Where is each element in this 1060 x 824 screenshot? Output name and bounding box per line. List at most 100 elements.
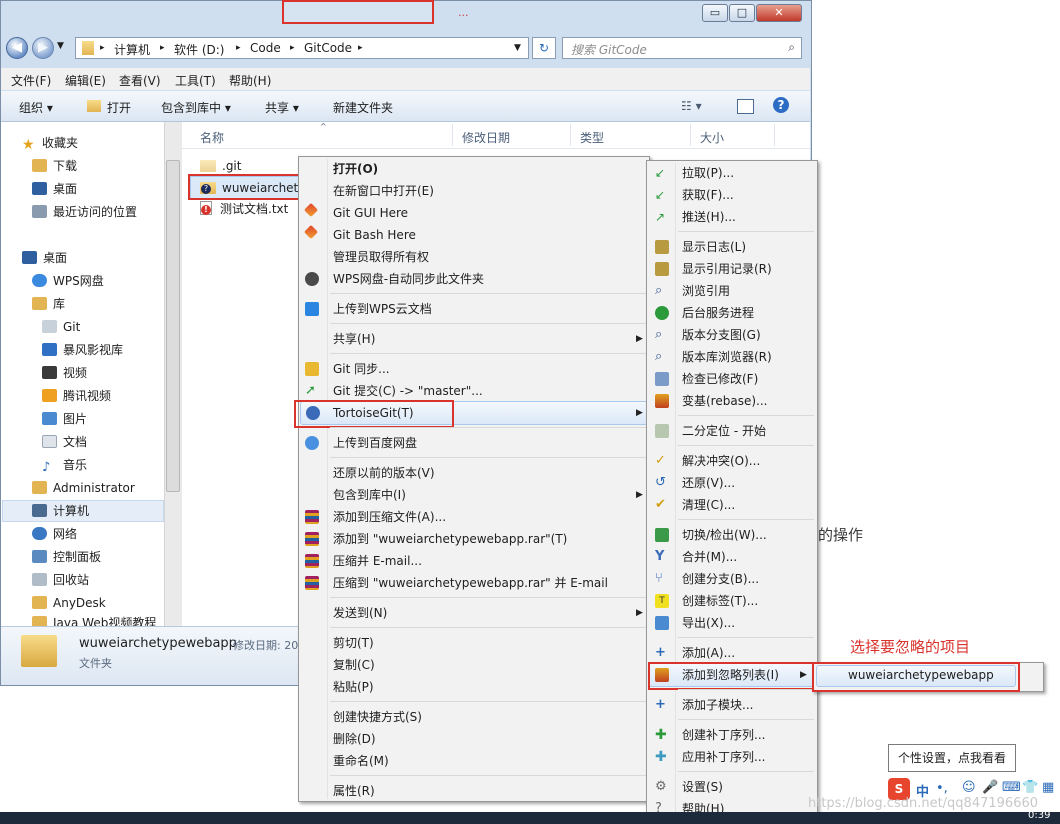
view-options-icon[interactable]: ☷ ▾ bbox=[681, 99, 702, 113]
open-button[interactable]: 打开 bbox=[107, 99, 131, 116]
ctx-git-sync[interactable]: Git 同步... bbox=[333, 358, 390, 380]
tg-merge[interactable]: 合并(M)... bbox=[682, 546, 737, 568]
include-in-library-button[interactable]: 包含到库中 ▾ bbox=[161, 99, 231, 116]
address-part-code[interactable]: Code bbox=[250, 41, 281, 55]
tg-add[interactable]: 添加(A)... bbox=[682, 642, 735, 664]
menu-tools[interactable]: 工具(T) bbox=[175, 72, 216, 89]
ctx-open[interactable]: 打开(O) bbox=[333, 158, 378, 180]
ctx-take-ownership[interactable]: 管理员取得所有权 bbox=[333, 246, 429, 268]
ctx-add-archive[interactable]: 添加到压缩文件(A)... bbox=[333, 506, 446, 528]
address-separator[interactable]: ▸ bbox=[290, 43, 295, 53]
close-button[interactable]: ✕ bbox=[756, 4, 802, 22]
emoji-icon[interactable]: ☺ bbox=[962, 780, 976, 795]
column-type[interactable]: 类型 bbox=[580, 129, 604, 146]
menu-edit[interactable]: 编辑(E) bbox=[65, 72, 106, 89]
ctx-share[interactable]: 共享(H) bbox=[333, 328, 375, 350]
ctx-upload-baidu[interactable]: 上传到百度网盘 bbox=[333, 432, 417, 454]
tg-revert[interactable]: 还原(V)... bbox=[682, 472, 735, 494]
ctx-tortoisegit[interactable]: TortoiseGit(T) bbox=[333, 402, 414, 424]
ctx-compress-rar-email[interactable]: 压缩到 "wuweiarchetypewebapp.rar" 并 E-mail bbox=[333, 572, 608, 594]
ctx-git-bash[interactable]: Git Bash Here bbox=[333, 224, 416, 246]
ctx-rename[interactable]: 重命名(M) bbox=[333, 750, 389, 772]
column-date[interactable]: 修改日期 bbox=[462, 129, 510, 146]
tg-cleanup[interactable]: 清理(C)... bbox=[682, 494, 735, 516]
help-icon[interactable]: ? bbox=[773, 97, 789, 113]
ctx-git-commit[interactable]: Git 提交(C) -> "master"... bbox=[333, 380, 483, 402]
nav-music[interactable]: ♪ 音乐 bbox=[42, 455, 87, 475]
back-icon[interactable]: ◀ bbox=[6, 37, 28, 59]
tg-add-to-ignore[interactable]: 添加到忽略列表(I) bbox=[682, 664, 779, 686]
tg-apply-patch[interactable]: 应用补丁序列... bbox=[682, 746, 765, 768]
address-separator[interactable]: ▸ bbox=[236, 43, 241, 53]
tg-browse-refs[interactable]: 浏览引用 bbox=[682, 280, 730, 302]
menu-help[interactable]: 帮助(H) bbox=[229, 72, 271, 89]
nav-libraries[interactable]: 库 bbox=[32, 294, 65, 314]
nav-recycle-bin[interactable]: 回收站 bbox=[32, 570, 89, 590]
search-icon[interactable]: ⌕ bbox=[788, 40, 795, 55]
preview-pane-icon[interactable] bbox=[737, 99, 754, 114]
keyboard-icon[interactable]: ⌨ bbox=[1002, 780, 1021, 795]
nav-control-panel[interactable]: 控制面板 bbox=[32, 547, 101, 567]
ctx-paste[interactable]: 粘贴(P) bbox=[333, 676, 374, 698]
nav-pictures[interactable]: 图片 bbox=[42, 409, 87, 429]
address-bar[interactable]: ▸ 计算机 ▸ 软件 (D:) ▸ Code ▸ GitCode ▸ ▼ bbox=[75, 37, 529, 59]
nav-anydesk[interactable]: AnyDesk bbox=[32, 593, 106, 613]
nav-git[interactable]: Git bbox=[42, 317, 80, 337]
tg-export[interactable]: 导出(X)... bbox=[682, 612, 735, 634]
tg-pull[interactable]: 拉取(P)... bbox=[682, 162, 734, 184]
tg-add-submodule[interactable]: 添加子模块... bbox=[682, 694, 753, 716]
nav-wps[interactable]: WPS网盘 bbox=[32, 271, 104, 291]
tg-fetch[interactable]: 获取(F)... bbox=[682, 184, 734, 206]
file-row-txt[interactable]: 测试文档.txt bbox=[200, 199, 288, 219]
ctx-include-library[interactable]: 包含到库中(I) bbox=[333, 484, 406, 506]
ctx-compress-email[interactable]: 压缩并 E-mail... bbox=[333, 550, 422, 572]
address-part-computer[interactable]: 计算机 bbox=[114, 41, 150, 58]
toolbox-icon[interactable]: ▦ bbox=[1042, 780, 1054, 795]
microphone-icon[interactable]: 🎤 bbox=[982, 780, 998, 795]
ctx-add-to-rar[interactable]: 添加到 "wuweiarchetypewebapp.rar"(T) bbox=[333, 528, 567, 550]
history-chevron-icon[interactable]: ▼ bbox=[57, 41, 64, 51]
nav-downloads[interactable]: 下载 bbox=[32, 156, 77, 176]
tg-show-log[interactable]: 显示日志(L) bbox=[682, 236, 746, 258]
nav-administrator[interactable]: Administrator bbox=[32, 478, 135, 498]
ctx-open-new-window[interactable]: 在新窗口中打开(E) bbox=[333, 180, 434, 202]
ctx-upload-wps[interactable]: 上传到WPS云文档 bbox=[333, 298, 432, 320]
tg-bisect-start[interactable]: 二分定位 - 开始 bbox=[682, 420, 766, 442]
address-part-gitcode[interactable]: GitCode bbox=[304, 41, 352, 55]
tg-repo-browser[interactable]: 版本库浏览器(R) bbox=[682, 346, 772, 368]
nav-documents[interactable]: 文档 bbox=[42, 432, 87, 452]
ctx-git-gui[interactable]: Git GUI Here bbox=[333, 202, 408, 224]
nav-desktop-fav[interactable]: 桌面 bbox=[32, 179, 77, 199]
tg-create-branch[interactable]: 创建分支(B)... bbox=[682, 568, 759, 590]
nav-videos[interactable]: 视频 bbox=[42, 363, 87, 383]
minimize-button[interactable]: ▭ bbox=[702, 4, 728, 22]
file-row-git[interactable]: .git bbox=[200, 156, 241, 176]
nav-tencent-video[interactable]: 腾讯视频 bbox=[42, 386, 111, 406]
tg-switch[interactable]: 切换/检出(W)... bbox=[682, 524, 767, 546]
tg-push[interactable]: 推送(H)... bbox=[682, 206, 736, 228]
address-part-drive[interactable]: 软件 (D:) bbox=[174, 41, 224, 58]
ctx-wps-sync[interactable]: WPS网盘-自动同步此文件夹 bbox=[333, 268, 484, 290]
column-size[interactable]: 大小 bbox=[700, 129, 724, 146]
maximize-button[interactable]: □ bbox=[729, 4, 755, 22]
nav-scrollbar-thumb[interactable] bbox=[166, 160, 180, 492]
address-dropdown-icon[interactable]: ▼ bbox=[514, 43, 521, 53]
ctx-delete[interactable]: 删除(D) bbox=[333, 728, 376, 750]
address-separator[interactable]: ▸ bbox=[160, 43, 165, 53]
ignore-item-wuweiarchetypewebapp[interactable]: wuweiarchetypewebapp bbox=[848, 664, 994, 686]
nav-desktop[interactable]: 桌面 bbox=[22, 248, 67, 268]
nav-network[interactable]: 网络 bbox=[32, 524, 77, 544]
ctx-send-to[interactable]: 发送到(N) bbox=[333, 602, 387, 624]
ctx-create-shortcut[interactable]: 创建快捷方式(S) bbox=[333, 706, 422, 728]
forward-icon[interactable]: ▶ bbox=[32, 37, 54, 59]
nav-recent[interactable]: 最近访问的位置 bbox=[32, 202, 137, 222]
tg-revision-graph[interactable]: 版本分支图(G) bbox=[682, 324, 761, 346]
share-button[interactable]: 共享 ▾ bbox=[265, 99, 299, 116]
nav-favorites[interactable]: ★ 收藏夹 bbox=[22, 133, 78, 153]
tg-daemon[interactable]: 后台服务进程 bbox=[682, 302, 754, 324]
ctx-properties[interactable]: 属性(R) bbox=[333, 780, 375, 802]
tg-create-tag[interactable]: 创建标签(T)... bbox=[682, 590, 758, 612]
new-folder-button[interactable]: 新建文件夹 bbox=[333, 99, 393, 116]
tg-create-patch[interactable]: 创建补丁序列... bbox=[682, 724, 765, 746]
refresh-icon[interactable]: ↻ bbox=[532, 37, 556, 59]
